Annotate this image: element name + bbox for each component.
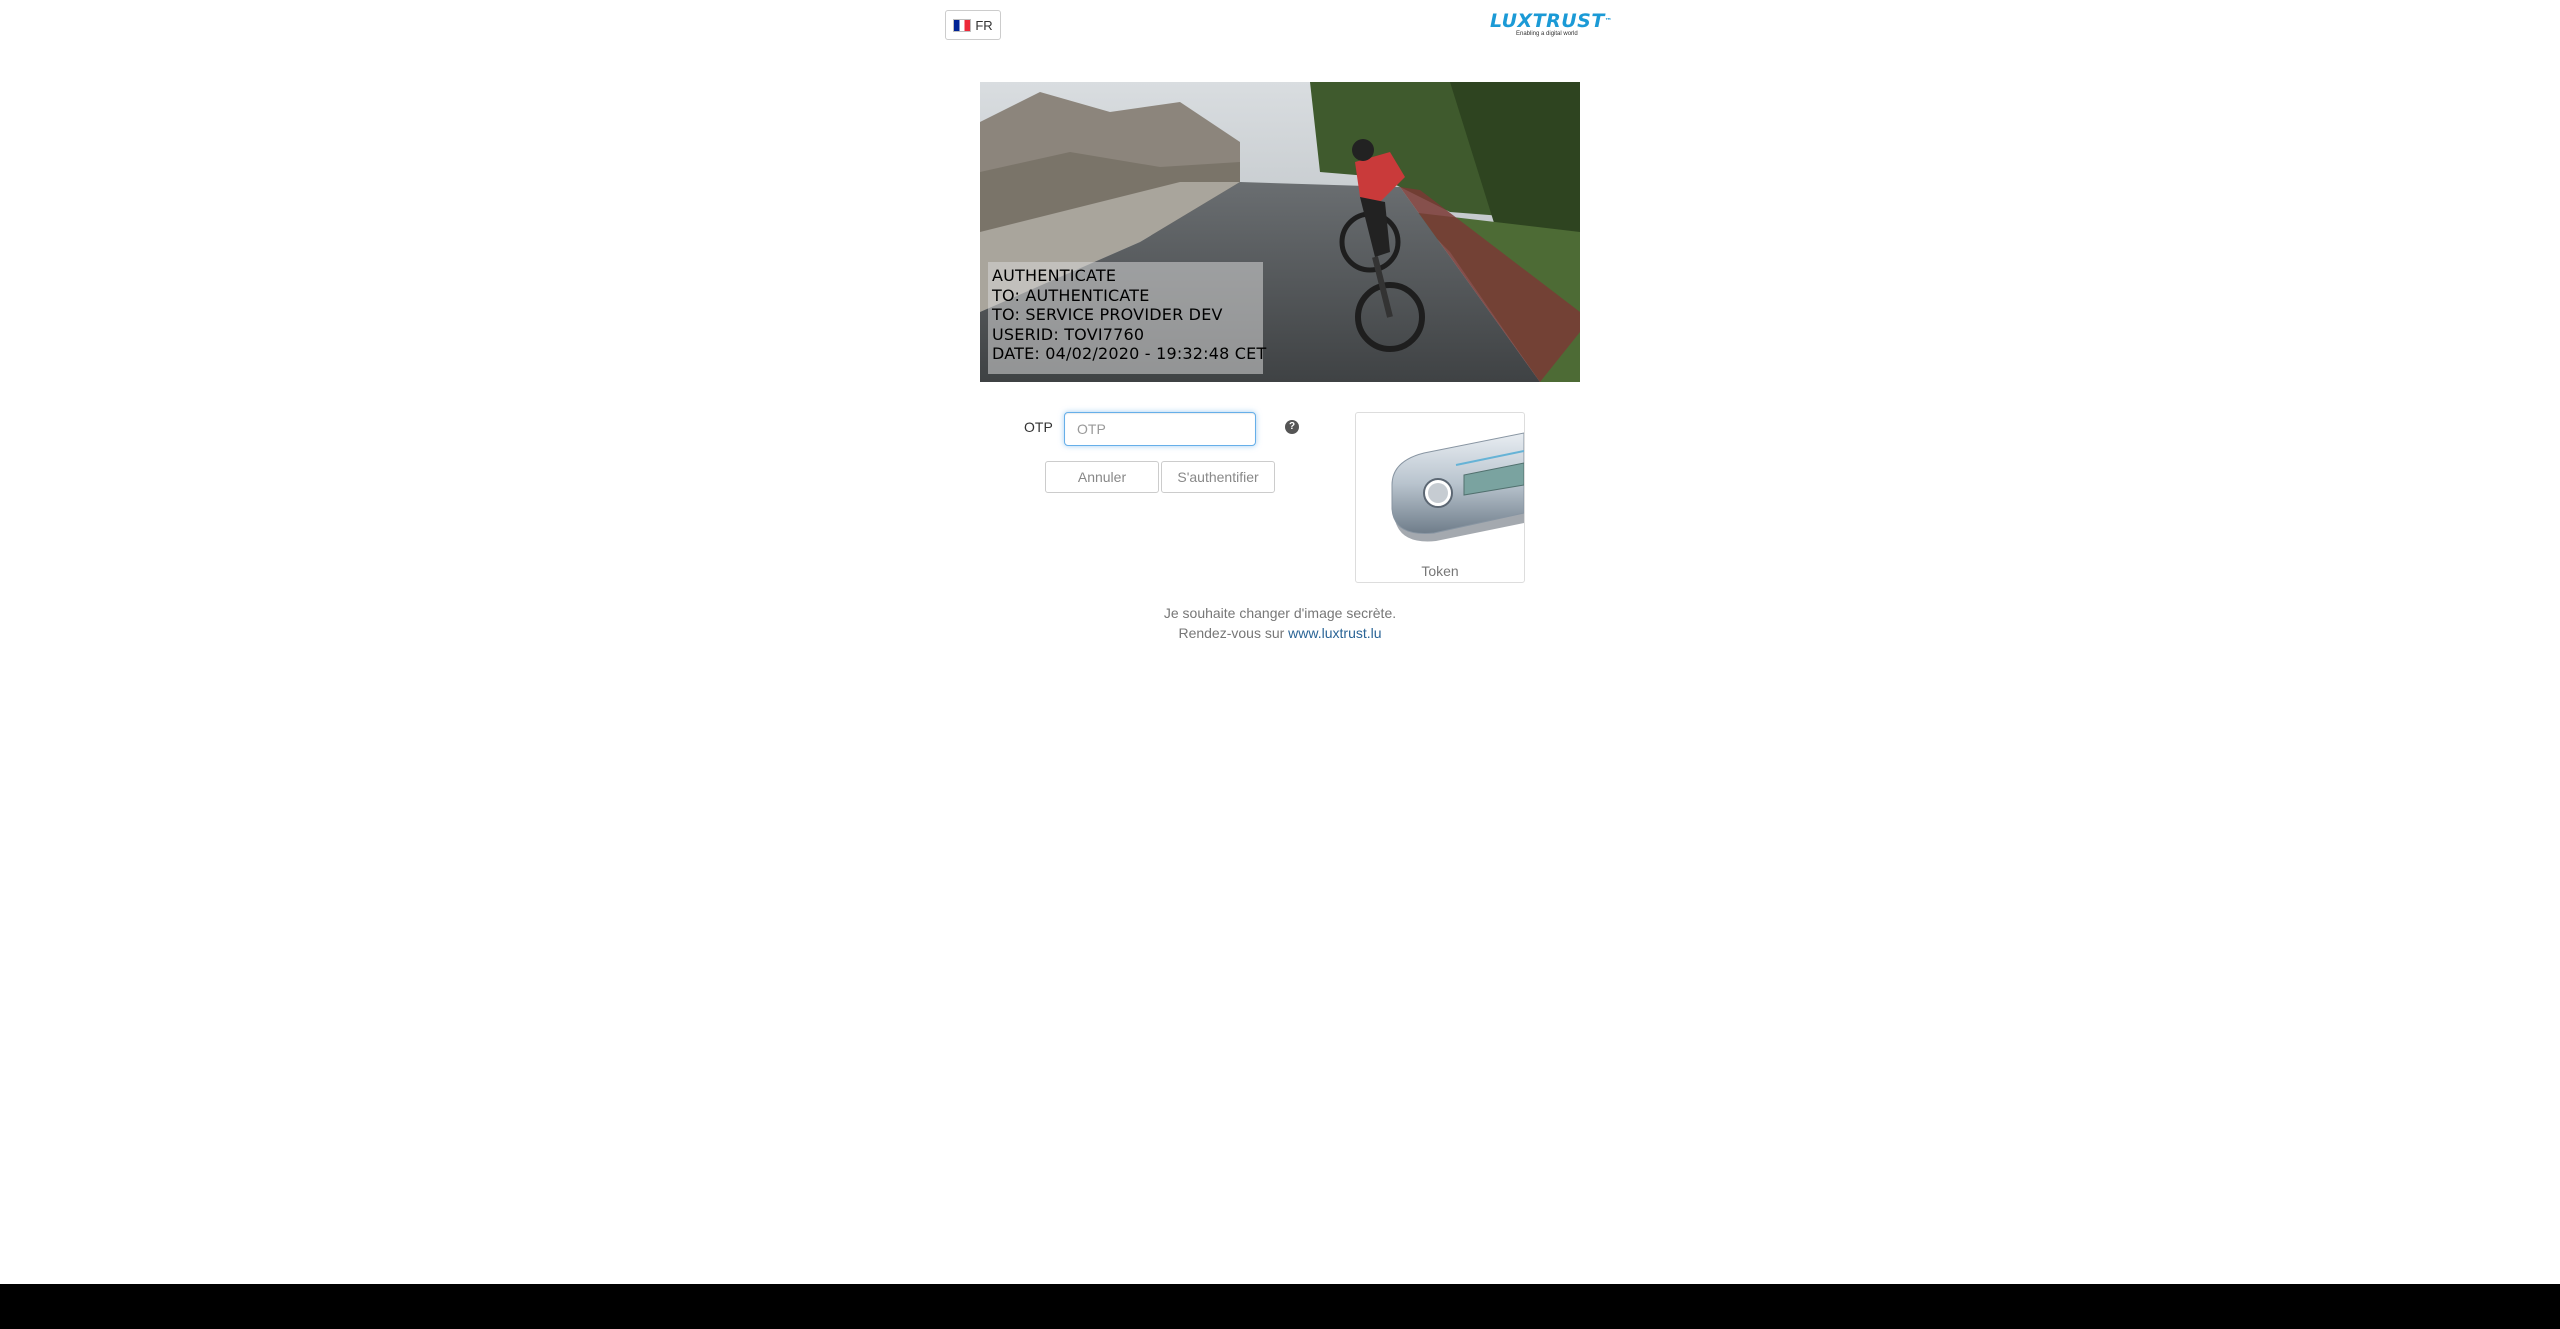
visit-line: Rendez-vous sur www.luxtrust.lu: [0, 623, 2560, 643]
bottom-bar: [0, 1284, 2560, 1329]
authenticate-button[interactable]: S'authentifier: [1161, 461, 1275, 493]
caption-line: DATE: 04/02/2020 - 19:32:48 CET: [992, 344, 1267, 364]
logo-wordmark: LUXTRUST™: [1490, 10, 1613, 32]
logo-tagline: Enabling a digital world: [1516, 31, 1578, 37]
caption-line: TO: AUTHENTICATE: [992, 285, 1150, 305]
change-image-text: Je souhaite changer d'image secrète.: [1163, 605, 1397, 621]
otp-label: OTP: [1024, 419, 1053, 435]
token-option-card[interactable]: Token: [1355, 412, 1525, 583]
cancel-button[interactable]: Annuler: [1045, 461, 1159, 493]
caption-line: AUTHENTICATE: [992, 266, 1117, 285]
otp-input[interactable]: [1064, 412, 1256, 446]
change-image-notice: Je souhaite changer d'image secrète. Ren…: [0, 603, 2560, 643]
visit-prefix: Rendez-vous sur: [1178, 625, 1289, 641]
luxtrust-logo: LUXTRUST™ Enabling a digital world: [1490, 12, 1615, 38]
token-device-image: [1356, 413, 1524, 558]
caption-line: TO: SERVICE PROVIDER DEV: [992, 305, 1223, 325]
secret-image: AUTHENTICATE TO: AUTHENTICATE TO: SERVIC…: [980, 82, 1580, 382]
caption-line: USERID: TOVI7760: [992, 324, 1145, 344]
token-label: Token: [1421, 563, 1459, 579]
question-circle-icon[interactable]: ?: [1285, 420, 1299, 434]
language-label: FR: [975, 17, 993, 33]
page: FR LUXTRUST™ Enabling a digital world AU…: [0, 0, 2560, 1284]
language-selector-button[interactable]: FR: [945, 10, 1001, 40]
secret-image-caption: AUTHENTICATE TO: AUTHENTICATE TO: SERVIC…: [988, 262, 1267, 374]
luxtrust-website-link[interactable]: www.luxtrust.lu: [1288, 625, 1381, 641]
france-flag-icon: [953, 18, 972, 32]
